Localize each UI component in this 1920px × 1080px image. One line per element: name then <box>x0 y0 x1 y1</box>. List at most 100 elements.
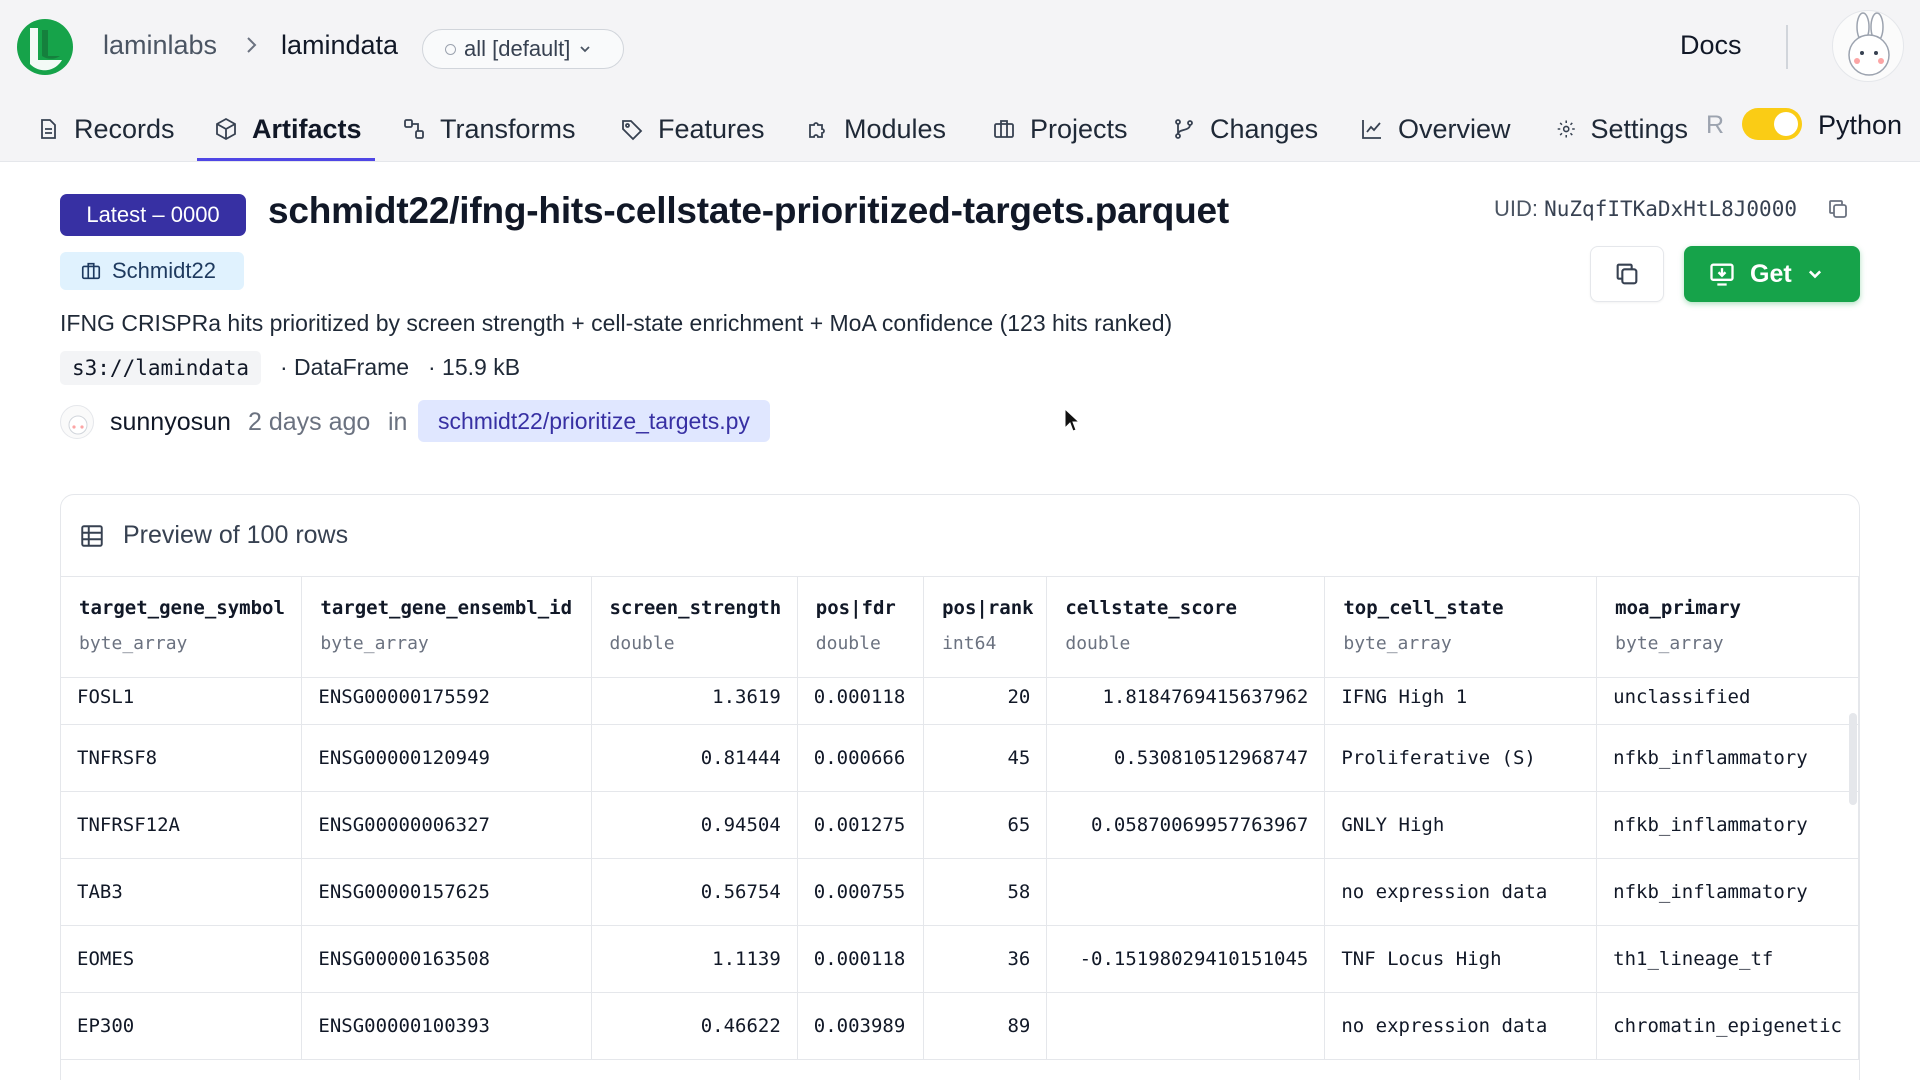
nav-projects[interactable]: Projects <box>992 96 1128 162</box>
active-tab-indicator <box>197 158 375 161</box>
table-cell: 0.81444 <box>591 724 798 792</box>
column-header[interactable]: screen_strength double <box>591 577 798 678</box>
preview-header: Preview of 100 rows <box>61 495 1859 577</box>
table-cell: ENSG00000163508 <box>301 925 592 993</box>
nav-transforms-label: Transforms <box>440 113 576 144</box>
table-cell: 65 <box>923 791 1048 859</box>
nav-modules[interactable]: Modules <box>806 96 946 162</box>
copy-uid-icon[interactable] <box>1826 197 1850 221</box>
table-row: TAB3 ENSG00000157625 0.56754 0.000755 58… <box>61 858 1859 926</box>
branch-select[interactable]: all [default] <box>422 29 624 69</box>
nav-overview[interactable]: Overview <box>1360 96 1511 162</box>
storage-path[interactable]: s3://lamindata <box>60 351 262 385</box>
nav-features-label: Features <box>658 113 765 144</box>
file-text-icon <box>41 119 56 139</box>
uid-display: UID: NuZqfITKaDxHtL8J0000 <box>1494 196 1797 222</box>
git-branch-icon <box>1175 119 1193 139</box>
chart-icon <box>1362 120 1381 139</box>
nav-settings[interactable]: Settings <box>1556 96 1688 162</box>
table-cell: TNF Locus High <box>1324 925 1598 993</box>
table-cell <box>1046 992 1326 1060</box>
lamin-logo-icon[interactable] <box>16 18 74 76</box>
table-cell: EP300 <box>61 992 303 1060</box>
table-cell: 0.000118 <box>797 925 925 993</box>
nav-artifacts-label: Artifacts <box>252 113 362 144</box>
nav-modules-label: Modules <box>844 113 947 144</box>
nav-settings-label: Settings <box>1590 113 1688 144</box>
nav-projects-label: Projects <box>1030 113 1128 144</box>
table-cell: ENSG00000100393 <box>301 992 592 1060</box>
copy-icon <box>1616 263 1638 285</box>
column-name: moa_primary <box>1615 597 1742 619</box>
table-scrollbar[interactable] <box>1849 713 1857 805</box>
column-header[interactable]: moa_primary byte_array <box>1596 577 1859 678</box>
table-cell: ENSG00000157625 <box>301 858 592 926</box>
column-dtype: byte_array <box>1615 633 1724 654</box>
created-in-label: in <box>388 408 408 436</box>
table-cell: 0.003989 <box>797 992 925 1060</box>
column-header[interactable]: pos|fdr double <box>797 577 925 678</box>
table-cell: 0.530810512968747 <box>1046 724 1326 792</box>
column-header[interactable]: top_cell_state byte_array <box>1324 577 1598 678</box>
get-button[interactable]: Get <box>1684 246 1860 302</box>
version-badge[interactable]: Latest – 0000 <box>60 194 246 236</box>
transform-link[interactable]: schmidt22/prioritize_targets.py <box>418 400 770 442</box>
get-button-label: Get <box>1750 259 1792 288</box>
column-header[interactable]: cellstate_scoredouble <box>1046 577 1326 678</box>
project-tag-label: Schmidt22 <box>112 258 216 283</box>
table-cell: chromatin_epigenetic <box>1596 992 1859 1060</box>
nav-overview-label: Overview <box>1398 113 1511 144</box>
creator-name[interactable]: sunnyosun <box>110 408 231 437</box>
main-nav: Records Artifacts Transforms Features Mo… <box>0 96 1920 162</box>
column-header[interactable]: pos|rank int64 <box>923 577 1048 678</box>
table-cell: ENSG00000120949 <box>301 724 592 792</box>
project-tag[interactable]: Schmidt22 <box>60 252 244 290</box>
table-cell: nfkb_inflammatory <box>1596 791 1859 859</box>
breadcrumb-org[interactable]: laminlabs <box>103 30 217 61</box>
uid-label: UID: <box>1494 196 1538 221</box>
table-header-row: target_gene_symbol byte_array target_gene… <box>61 577 1859 678</box>
table-cell: nfkb_inflammatory <box>1596 858 1859 926</box>
transform-icon <box>404 119 424 139</box>
column-dtype: double <box>609 633 675 654</box>
language-toggle[interactable] <box>1742 108 1802 140</box>
breadcrumb-instance[interactable]: lamindata <box>281 30 398 61</box>
table-cell: GNLY High <box>1324 791 1598 859</box>
column-dtype: int64 <box>942 633 997 654</box>
table-cell: TAB3 <box>61 858 303 926</box>
header-divider <box>1786 25 1788 69</box>
artifact-otype: · DataFrame <box>280 354 410 380</box>
table-cell: TNFRSF8 <box>61 724 303 792</box>
table-cell: EOMES <box>61 925 303 993</box>
table-cell: 45 <box>923 724 1048 792</box>
table-cell: 0.56754 <box>591 858 798 926</box>
nav-changes[interactable]: Changes <box>1172 96 1318 162</box>
table-cell: 20 <box>923 677 1048 725</box>
table-cell: 0.05870069957763967 <box>1046 791 1326 859</box>
tag-icon <box>622 120 643 141</box>
column-dtype: byte_array <box>1343 633 1452 654</box>
nav-records-label: Records <box>74 113 175 144</box>
nav-features[interactable]: Features <box>620 96 765 162</box>
column-name: cellstate_score <box>1065 597 1237 619</box>
nav-artifacts[interactable]: Artifacts <box>214 96 362 162</box>
docs-link[interactable]: Docs <box>1680 30 1742 61</box>
table-row: TNFRSF12A ENSG00000006327 0.94504 0.0012… <box>61 791 1859 859</box>
table-icon <box>81 524 103 547</box>
top-bar: laminlabs lamindata all [default] Docs R… <box>0 0 1920 162</box>
nav-records[interactable]: Records <box>36 96 175 162</box>
download-icon <box>1710 263 1734 286</box>
preview-card: Preview of 100 rows target_gene_symbol by… <box>60 494 1860 1080</box>
copy-code-button[interactable] <box>1590 246 1664 302</box>
gear-icon <box>1557 120 1575 138</box>
nav-transforms[interactable]: Transforms <box>402 96 576 162</box>
table-cell: IFNG High 1 <box>1324 677 1598 725</box>
column-header[interactable]: target_gene_symbol byte_array <box>61 577 303 678</box>
table-row: TNFRSF8 ENSG00000120949 0.81444 0.000666… <box>61 724 1859 792</box>
table-cell: 0.94504 <box>591 791 798 859</box>
column-dtype: double <box>1065 633 1131 654</box>
user-avatar-icon[interactable] <box>1832 10 1904 82</box>
column-header[interactable]: target_gene_ensembl_id byte_array <box>301 577 592 678</box>
table-cell: ENSG00000175592 <box>301 677 592 725</box>
table-row: EP300 ENSG00000100393 0.46622 0.003989 8… <box>61 992 1859 1060</box>
